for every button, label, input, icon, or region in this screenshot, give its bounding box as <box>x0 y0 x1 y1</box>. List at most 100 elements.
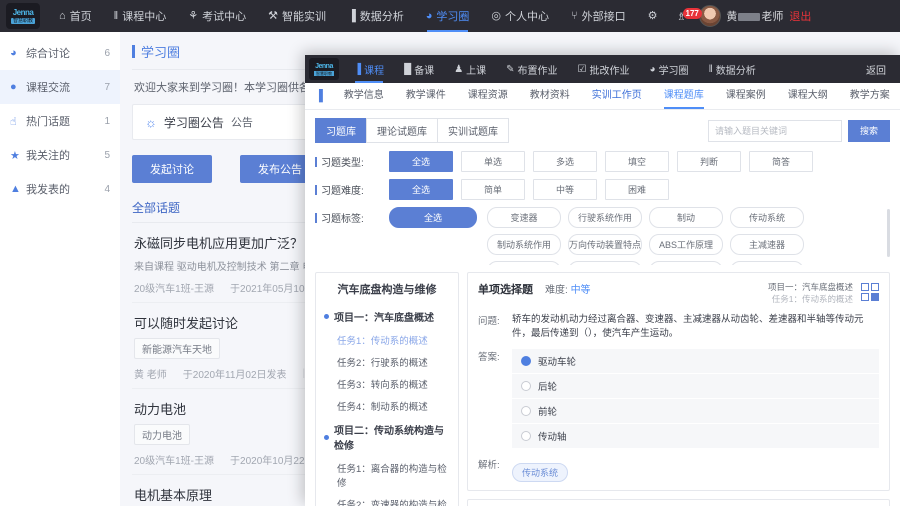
subtab-course-outline[interactable]: 课程大纲 <box>777 83 839 109</box>
tab-theory-bank[interactable]: 理论试题库 <box>366 118 438 143</box>
answer-option[interactable]: 后轮 <box>512 374 879 399</box>
question-card: 单项选择题 难度: 中等 项目一：汽车底盘概述 任务1：传动系的概述 问题: <box>467 499 890 506</box>
tag-option[interactable]: 制动辅助系统 <box>730 261 804 265</box>
gear-icon: ⚙ <box>647 9 658 22</box>
search-input[interactable] <box>707 119 842 142</box>
nav-item-data-analysis[interactable]: ▐ 数据分析 <box>337 0 415 32</box>
tree-task[interactable]: 任务2：行驶系的概述 <box>316 351 458 373</box>
difficulty-option-hard[interactable]: 困难 <box>605 179 669 200</box>
sidebar-item-following[interactable]: ★ 我关注的 5 <box>0 138 120 172</box>
notifications-button[interactable]: ♗ 177 <box>669 7 702 23</box>
tag-option[interactable]: 传动系统 <box>730 207 804 228</box>
filter-option-multi-choice[interactable]: 多选 <box>533 151 597 172</box>
filter-label: 习题类型: <box>315 151 389 169</box>
filter-label-text: 习题类型: <box>321 158 364 169</box>
nav-label: 个人中心 <box>505 11 550 23</box>
tag-option[interactable]: 制动系统作用 <box>487 234 561 255</box>
difficulty-option-medium[interactable]: 中等 <box>533 179 597 200</box>
tag-option[interactable]: 行驶系统作用 <box>568 207 642 228</box>
medal-icon: ⚘ <box>188 9 199 22</box>
filter-option-short-answer[interactable]: 简答 <box>749 151 813 172</box>
tree-project-2[interactable]: 项目二：传动系统构造与检修 <box>316 417 458 457</box>
avatar[interactable] <box>699 5 722 27</box>
tab-practical-bank[interactable]: 实训试题库 <box>437 118 509 143</box>
nav-item-study-circle[interactable]: ◕ 学习圈 <box>415 0 481 32</box>
tree-task[interactable]: 任务4：制动系的概述 <box>316 395 458 417</box>
nav-label: 备课 <box>414 65 435 77</box>
nav-item-personal-center[interactable]: ◎ 个人中心 <box>480 0 560 32</box>
filter-option-all[interactable]: 全选 <box>389 151 453 172</box>
tag-option[interactable]: 转向半径 <box>487 261 561 265</box>
question-label: 问题: <box>478 316 500 327</box>
logout-link[interactable]: 退出 <box>789 8 811 24</box>
tag-option[interactable]: 制动 <box>649 207 723 228</box>
tree-task[interactable]: 任务2：变速器的构造与检修 <box>316 493 458 506</box>
subtab-teaching-info[interactable]: 教学信息 <box>333 83 395 109</box>
tree-task[interactable]: 任务3：转向系的概述 <box>316 373 458 395</box>
nav-item-external-api[interactable]: ⑂ 外部接口 <box>560 0 637 32</box>
topic-author: 黄 老师 <box>134 370 167 381</box>
tree-project-1[interactable]: 项目一：汽车底盘概述 <box>316 304 458 329</box>
tree-task[interactable]: 任务1：传动系的概述 <box>316 329 458 351</box>
subtab-textbook-materials[interactable]: 教材资料 <box>519 83 581 109</box>
tab-exercise-bank[interactable]: 习题库 <box>315 118 367 143</box>
sidebar-item-count: 7 <box>104 81 110 93</box>
subtab-teaching-plan[interactable]: 教学方案 <box>839 83 900 109</box>
label-accent-bar <box>315 184 317 195</box>
bullet-icon <box>324 314 329 319</box>
tag-option[interactable]: 变速器 <box>487 207 561 228</box>
overlay-nav-assign-homework[interactable]: ✎ 布置作业 <box>497 55 566 83</box>
difficulty-option-easy[interactable]: 简单 <box>461 179 525 200</box>
filter-option-single-choice[interactable]: 单选 <box>461 151 525 172</box>
question-meta: 项目一：汽车底盘概述 任务1：传动系的概述 <box>768 281 853 305</box>
overlay-nav-grade-homework[interactable]: ☑ 批改作业 <box>569 55 639 83</box>
tag-option[interactable]: ABS结构 <box>649 261 723 265</box>
delete-icon[interactable] <box>871 293 879 301</box>
answer-option[interactable]: 传动轴 <box>512 424 879 449</box>
nav-item-smart-training[interactable]: ⚒ 智能实训 <box>257 0 337 32</box>
answer-option[interactable]: 前轮 <box>512 399 879 424</box>
answer-text: 传动轴 <box>538 432 567 443</box>
overlay-nav-prepare[interactable]: █ 备课 <box>395 55 443 83</box>
sidebar-item-course-exchange[interactable]: ● 课程交流 7 <box>0 70 120 104</box>
overlay-nav-data-analysis[interactable]: ‖ 数据分析 <box>700 55 765 83</box>
sitemap-icon: ⑂ <box>571 9 578 22</box>
back-button[interactable]: 返回 <box>866 62 900 77</box>
settings-button[interactable]: ⚙ <box>637 0 669 32</box>
sidebar-item-my-posts[interactable]: ▲ 我发表的 4 <box>0 172 120 206</box>
answer-option[interactable]: 驱动车轮 <box>512 349 879 374</box>
overlay-nav-course[interactable]: ▐ 课程 <box>345 55 393 83</box>
subtab-courseware[interactable]: 教学课件 <box>395 83 457 109</box>
nav-label: 批改作业 <box>589 65 630 77</box>
tag-option[interactable]: 行驶系统 <box>568 261 642 265</box>
filter-option-fill-blank[interactable]: 填空 <box>605 151 669 172</box>
pencil-icon: ✎ <box>506 63 515 75</box>
tag-list-scrollbar[interactable] <box>887 209 890 257</box>
nav-item-exam-center[interactable]: ⚘ 考试中心 <box>177 0 257 32</box>
subtab-training-worksheet[interactable]: 实训工作页 <box>581 83 653 109</box>
edit-icon[interactable] <box>861 283 869 291</box>
subtab-course-resources[interactable]: 课程资源 <box>457 83 519 109</box>
tag-option[interactable]: 万向传动装置特点 <box>568 234 642 255</box>
subtab-course-cases[interactable]: 课程案例 <box>715 83 777 109</box>
copy-icon[interactable] <box>871 283 879 291</box>
question-difficulty: 难度: 中等 <box>545 285 591 296</box>
search-button[interactable]: 搜索 <box>847 119 890 142</box>
home-icon: ⌂ <box>59 9 66 22</box>
subtab-course-question-bank[interactable]: 课程题库 <box>653 83 715 109</box>
nav-item-course-center[interactable]: ‖ 课程中心 <box>103 0 178 32</box>
start-discussion-button[interactable]: 发起讨论 <box>132 155 212 183</box>
tag-option-all[interactable]: 全选 <box>389 207 477 228</box>
filter-option-true-false[interactable]: 判断 <box>677 151 741 172</box>
tag-option[interactable]: ABS工作原理 <box>649 234 723 255</box>
tree-task[interactable]: 任务1：离合器的构造与检修 <box>316 457 458 493</box>
sidebar-item-general-discussion[interactable]: ◕ 综合讨论 6 <box>0 36 120 70</box>
nav-item-home[interactable]: ⌂ 首页 <box>48 0 103 32</box>
overlay-nav-teach[interactable]: ♟ 上课 <box>445 55 495 83</box>
overlay-nav-study-circle[interactable]: ◕ 学习圈 <box>641 55 698 83</box>
nav-label: 数据分析 <box>359 11 404 23</box>
move-icon[interactable] <box>861 293 869 301</box>
sidebar-item-hot-topics[interactable]: ☝ 热门话题 1 <box>0 104 120 138</box>
difficulty-option-all[interactable]: 全选 <box>389 179 453 200</box>
tag-option[interactable]: 主减速器 <box>730 234 804 255</box>
